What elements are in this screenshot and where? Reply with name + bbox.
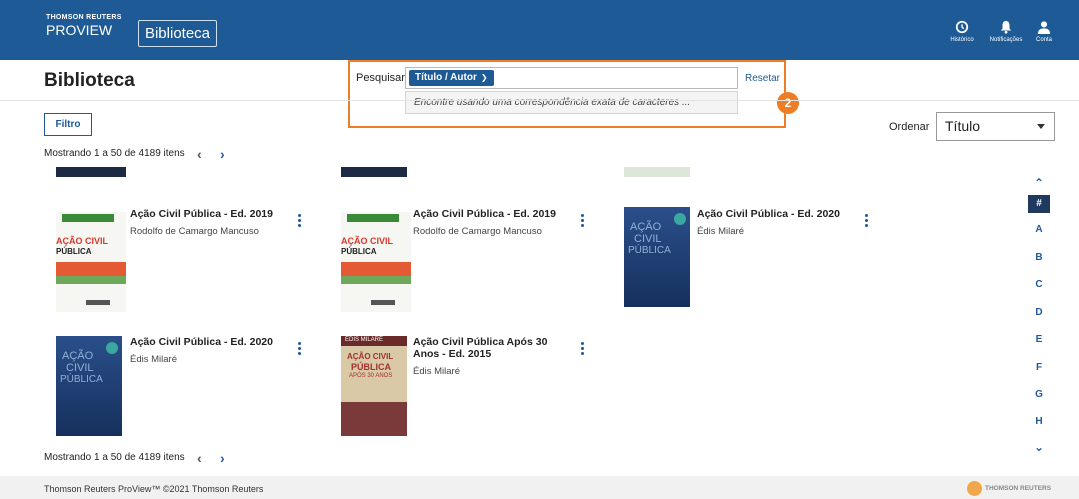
chevron-up-icon[interactable]: ⌃ — [1028, 176, 1050, 190]
sort-select[interactable]: Título — [936, 112, 1055, 141]
book-title[interactable]: Ação Civil Pública - Ed. 2020 — [697, 208, 847, 220]
book-cover[interactable]: AÇÃO CIVIL PÚBLICA — [56, 336, 122, 436]
next-page-icon[interactable]: › — [220, 450, 225, 466]
book-cover[interactable]: AÇÃO CIVIL PÚBLICA — [624, 207, 690, 307]
book-cover[interactable]: ÉDIS MILARÉ AÇÃO CIVIL PÚBLICA APÓS 30 A… — [341, 336, 407, 436]
callout-highlight — [348, 60, 786, 128]
cover-line-2: CIVIL — [634, 233, 662, 245]
cover-subtitle: PÚBLICA — [341, 247, 377, 256]
pagination-text-top: Mostrando 1 a 50 de 4189 itens — [44, 148, 185, 159]
history-button[interactable]: Histórico — [938, 20, 986, 43]
footer-copyright: Thomson Reuters ProView™ ©2021 Thomson R… — [44, 484, 264, 494]
book-title[interactable]: Ação Civil Pública - Ed. 2019 — [413, 208, 563, 220]
cover-line-3: PÚBLICA — [628, 245, 671, 256]
book-title[interactable]: Ação Civil Pública - Ed. 2020 — [130, 336, 280, 348]
footer: Thomson Reuters ProView™ ©2021 Thomson R… — [0, 476, 1079, 499]
alphabet-item[interactable]: C — [1028, 279, 1050, 290]
book-author: Rodolfo de Camargo Mancuso — [130, 226, 259, 237]
footer-logo-text: THOMSON REUTERS — [985, 485, 1052, 493]
library-button[interactable]: Biblioteca — [138, 20, 217, 47]
cover-line-3: APÓS 30 ANOS — [349, 373, 393, 379]
page-title: Biblioteca — [44, 70, 135, 91]
brand-bottom-text: PROVIEW — [46, 22, 113, 38]
account-button[interactable]: Conta — [1020, 20, 1068, 43]
next-page-icon[interactable]: › — [220, 146, 225, 162]
cover-line-2: CIVIL — [66, 362, 94, 374]
account-label: Conta — [1035, 37, 1052, 43]
book-author: Édis Milaré — [697, 226, 744, 237]
top-bar: THOMSON REUTERS PROVIEW Biblioteca Histó… — [0, 0, 1079, 60]
book-title[interactable]: Ação Civil Pública Após 30 Anos - Ed. 20… — [413, 336, 553, 360]
sort-label: Ordenar — [889, 121, 930, 133]
cover-subtitle: PÚBLICA — [56, 247, 92, 256]
cover-line-1: AÇÃO — [630, 221, 662, 233]
more-options-icon[interactable] — [577, 342, 587, 358]
alphabet-item[interactable]: E — [1028, 334, 1050, 345]
user-icon — [1037, 21, 1051, 34]
pagination-text-bottom: Mostrando 1 a 50 de 4189 itens — [44, 452, 185, 463]
header-divider — [0, 100, 1079, 101]
callout-badge: 2 — [777, 92, 799, 114]
prev-page-icon[interactable]: ‹ — [197, 146, 202, 162]
alphabet-item[interactable]: D — [1028, 307, 1050, 318]
brand-top-text: THOMSON REUTERS — [46, 14, 122, 21]
book-author: Édis Milaré — [413, 366, 460, 377]
proview-logo[interactable]: THOMSON REUTERS PROVIEW — [46, 14, 122, 37]
cover-title: AÇÃO CIVIL — [56, 236, 109, 246]
more-options-icon[interactable] — [294, 342, 304, 358]
alphabet-item[interactable]: # — [1028, 195, 1050, 213]
thomson-reuters-logo: THOMSON REUTERS — [967, 480, 1051, 498]
alphabet-item[interactable]: H — [1028, 416, 1050, 427]
cover-line-2: PÚBLICA — [351, 362, 391, 372]
book-author: Rodolfo de Camargo Mancuso — [413, 226, 542, 237]
book-cover[interactable]: AÇÃO CIVIL PÚBLICA — [341, 212, 411, 312]
book-cover[interactable]: AÇÃO CIVIL PÚBLICA — [56, 212, 126, 312]
book-cover-partial[interactable] — [624, 167, 690, 177]
prev-page-icon[interactable]: ‹ — [197, 450, 202, 466]
sort-selected-value: Título — [945, 118, 981, 134]
book-author: Édis Milaré — [130, 354, 177, 365]
book-cover-partial[interactable] — [341, 167, 407, 177]
alphabet-item[interactable]: F — [1028, 362, 1050, 373]
reuters-logo-icon — [967, 481, 982, 497]
cover-tag: ÉDIS MILARÉ — [345, 337, 384, 343]
alphabet-item[interactable]: G — [1028, 389, 1050, 400]
more-options-icon[interactable] — [861, 214, 871, 230]
chevron-down-icon[interactable]: ⌄ — [1028, 440, 1050, 454]
chevron-down-icon — [1037, 124, 1045, 129]
more-options-icon[interactable] — [577, 214, 587, 230]
bell-icon — [1000, 20, 1012, 34]
alphabet-item[interactable]: A — [1028, 224, 1050, 235]
cover-line-1: AÇÃO — [62, 350, 94, 362]
book-title[interactable]: Ação Civil Pública - Ed. 2019 — [130, 208, 280, 220]
history-icon — [955, 20, 969, 34]
cover-line-3: PÚBLICA — [60, 374, 103, 385]
alphabet-item[interactable]: B — [1028, 252, 1050, 263]
cover-line-1: AÇÃO CIVIL — [347, 352, 394, 361]
more-options-icon[interactable] — [294, 214, 304, 230]
history-label: Histórico — [950, 37, 974, 43]
cover-title: AÇÃO CIVIL — [341, 236, 394, 246]
book-cover-partial[interactable] — [56, 167, 126, 177]
filter-button[interactable]: Filtro — [44, 113, 92, 136]
